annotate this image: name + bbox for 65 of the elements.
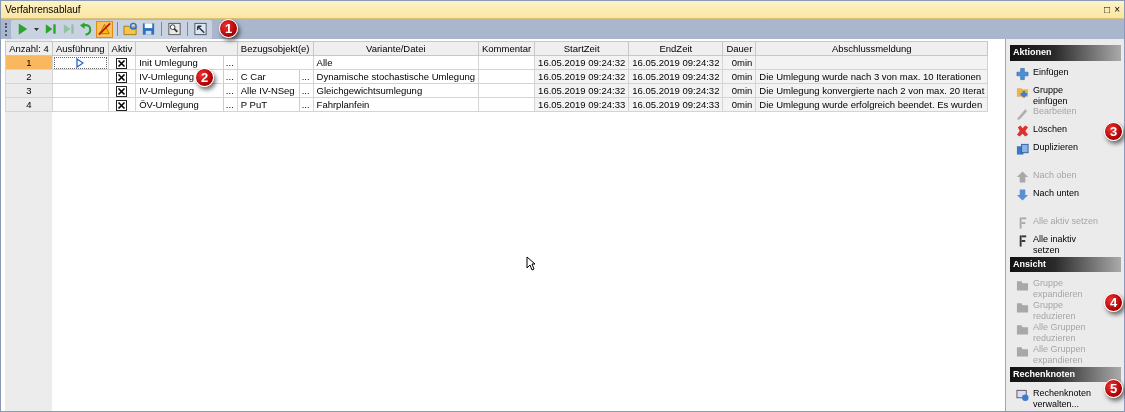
ellipsis-button[interactable]: ... (222, 84, 234, 97)
ellipsis-button[interactable]: ... (222, 98, 234, 111)
section-header: Aktionen (1010, 45, 1121, 61)
magnifier-button[interactable] (166, 20, 183, 38)
close-button[interactable]: × (1114, 4, 1120, 15)
open-folder-icon (123, 21, 138, 37)
open-folder-button[interactable] (122, 20, 139, 38)
table-cell: IV-Umlegung (139, 85, 195, 96)
maximize-button[interactable]: □ (1104, 4, 1111, 15)
eraser-button[interactable] (96, 20, 113, 38)
panel-action[interactable]: Alle inaktiv setzen (1010, 231, 1102, 254)
copy-icon (1016, 142, 1029, 157)
section-header: Ansicht (1010, 256, 1121, 273)
cursor-tool-button[interactable] (192, 20, 209, 38)
plus-icon (1016, 66, 1029, 81)
panel-action[interactable]: Gruppe einfügen (1010, 82, 1102, 105)
column-header[interactable]: Kommentar (478, 41, 535, 56)
eraser-icon (97, 21, 112, 37)
window-title: Verfahrensablauf (5, 3, 82, 17)
table-cell: P PuT (240, 99, 267, 110)
table-cell: Init Umlegung (139, 57, 198, 68)
ellipsis-button[interactable]: ... (298, 84, 310, 97)
save-icon (141, 21, 156, 37)
cursor-icon (526, 256, 536, 271)
panel-action[interactable]: Rechenknoten verwalten... (1010, 386, 1102, 408)
column-header[interactable]: StartZeit (534, 41, 629, 56)
table-cell: IV-Umlegung (139, 71, 195, 82)
panel-action[interactable]: Löschen (1010, 122, 1070, 141)
panel-action[interactable]: Nach unten (1010, 185, 1082, 204)
ellipsis-button[interactable]: ... (298, 98, 310, 111)
panel-action[interactable]: Einfügen (1010, 64, 1071, 83)
folder-icon (1016, 278, 1029, 293)
step-icon (43, 21, 58, 37)
column-header[interactable]: Anzahl: 4 (5, 41, 53, 56)
checkbox[interactable] (116, 100, 128, 111)
column-header[interactable]: Verfahren (135, 41, 238, 56)
ellipsis-button[interactable]: ... (222, 70, 234, 83)
ellipsis-button[interactable]: ... (222, 56, 234, 69)
table-cell: C Car (240, 71, 266, 82)
column-header[interactable]: Bezugsobjekt(e) (237, 41, 314, 56)
checkbox[interactable] (116, 58, 128, 69)
column-header[interactable]: Aktiv (108, 41, 136, 56)
table-cell: ÖV-Umlegung (139, 99, 199, 110)
cursor-tool-icon (193, 21, 208, 37)
up-arrow-icon (1016, 169, 1029, 184)
column-header[interactable]: Abschlussmeldung (755, 41, 988, 56)
checkbox[interactable] (116, 86, 128, 97)
pencil-icon (1016, 106, 1029, 121)
column-header[interactable]: Ausführung (52, 41, 109, 56)
save-button[interactable] (140, 20, 157, 38)
panel-action[interactable]: Duplizieren (1010, 140, 1081, 159)
column-header[interactable]: EndZeit (628, 41, 723, 56)
checkbox[interactable] (116, 72, 128, 83)
ellipsis-button[interactable]: ... (298, 70, 310, 83)
column-header[interactable]: Variante/Datei (313, 41, 479, 56)
magnifier-icon (167, 21, 182, 37)
delete-icon (1016, 124, 1029, 139)
computer-icon (1016, 388, 1029, 403)
section-header: Rechenknoten (1010, 366, 1121, 383)
undo-icon (79, 21, 94, 37)
down-arrow-icon (1016, 187, 1029, 202)
table-cell: Alle IV-NSeg (240, 85, 295, 96)
column-header[interactable]: Dauer (722, 41, 756, 56)
step-icon (61, 21, 76, 37)
caret-icon (34, 27, 39, 31)
